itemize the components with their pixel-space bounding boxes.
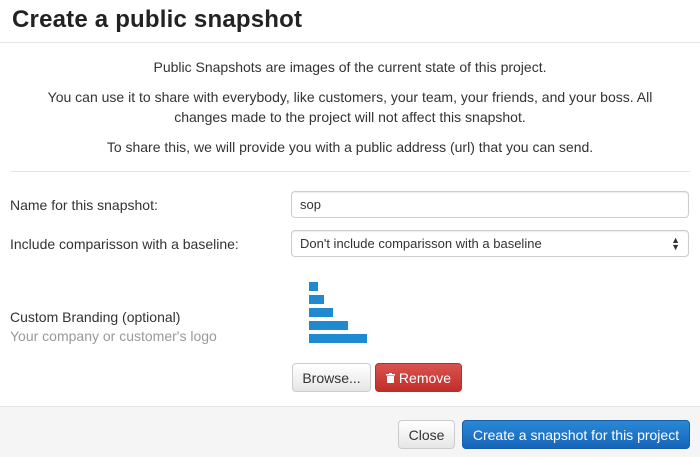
bar-logo-icon bbox=[309, 282, 367, 347]
intro-line-2: You can use it to share with everybody, … bbox=[47, 89, 653, 125]
browse-button[interactable]: Browse... bbox=[292, 363, 371, 392]
chevron-up-down-icon: ▲ ▼ bbox=[671, 234, 680, 252]
dialog-title: Create a public snapshot bbox=[12, 6, 303, 33]
branding-label: Custom Branding (optional) bbox=[10, 309, 181, 325]
logo-bar bbox=[309, 295, 324, 304]
logo-bar bbox=[309, 334, 367, 343]
baseline-row: Include comparisson with a baseline: Don… bbox=[10, 230, 689, 257]
modal-header: Create a public snapshot bbox=[0, 0, 700, 43]
remove-button-label: Remove bbox=[398, 369, 452, 386]
create-snapshot-button-label: Create a snapshot for this project bbox=[472, 426, 680, 443]
intro-text: Public Snapshots are images of the curre… bbox=[0, 43, 700, 171]
branding-label-group: Custom Branding (optional) Your company … bbox=[10, 308, 217, 346]
branding-sublabel: Your company or customer's logo bbox=[10, 328, 217, 344]
snapshot-name-input[interactable] bbox=[291, 191, 689, 218]
baseline-label: Include comparisson with a baseline: bbox=[10, 235, 239, 252]
trash-icon bbox=[385, 372, 395, 383]
create-snapshot-button[interactable]: Create a snapshot for this project bbox=[462, 420, 690, 449]
logo-bar bbox=[309, 282, 318, 291]
baseline-select[interactable]: Don't include comparisson with a baselin… bbox=[291, 230, 689, 257]
baseline-selected-value: Don't include comparisson with a baselin… bbox=[300, 236, 542, 251]
intro-line-3: To share this, we will provide you with … bbox=[106, 139, 594, 155]
name-label: Name for this snapshot: bbox=[10, 196, 158, 213]
divider bbox=[10, 171, 690, 172]
close-button-label: Close bbox=[408, 426, 445, 443]
logo-bar bbox=[309, 308, 333, 317]
remove-button[interactable]: Remove bbox=[375, 363, 462, 392]
name-row: Name for this snapshot: bbox=[10, 191, 689, 218]
logo-bar bbox=[309, 321, 348, 330]
intro-line-1: Public Snapshots are images of the curre… bbox=[153, 59, 547, 75]
browse-button-label: Browse... bbox=[302, 369, 361, 386]
close-button[interactable]: Close bbox=[398, 420, 455, 449]
